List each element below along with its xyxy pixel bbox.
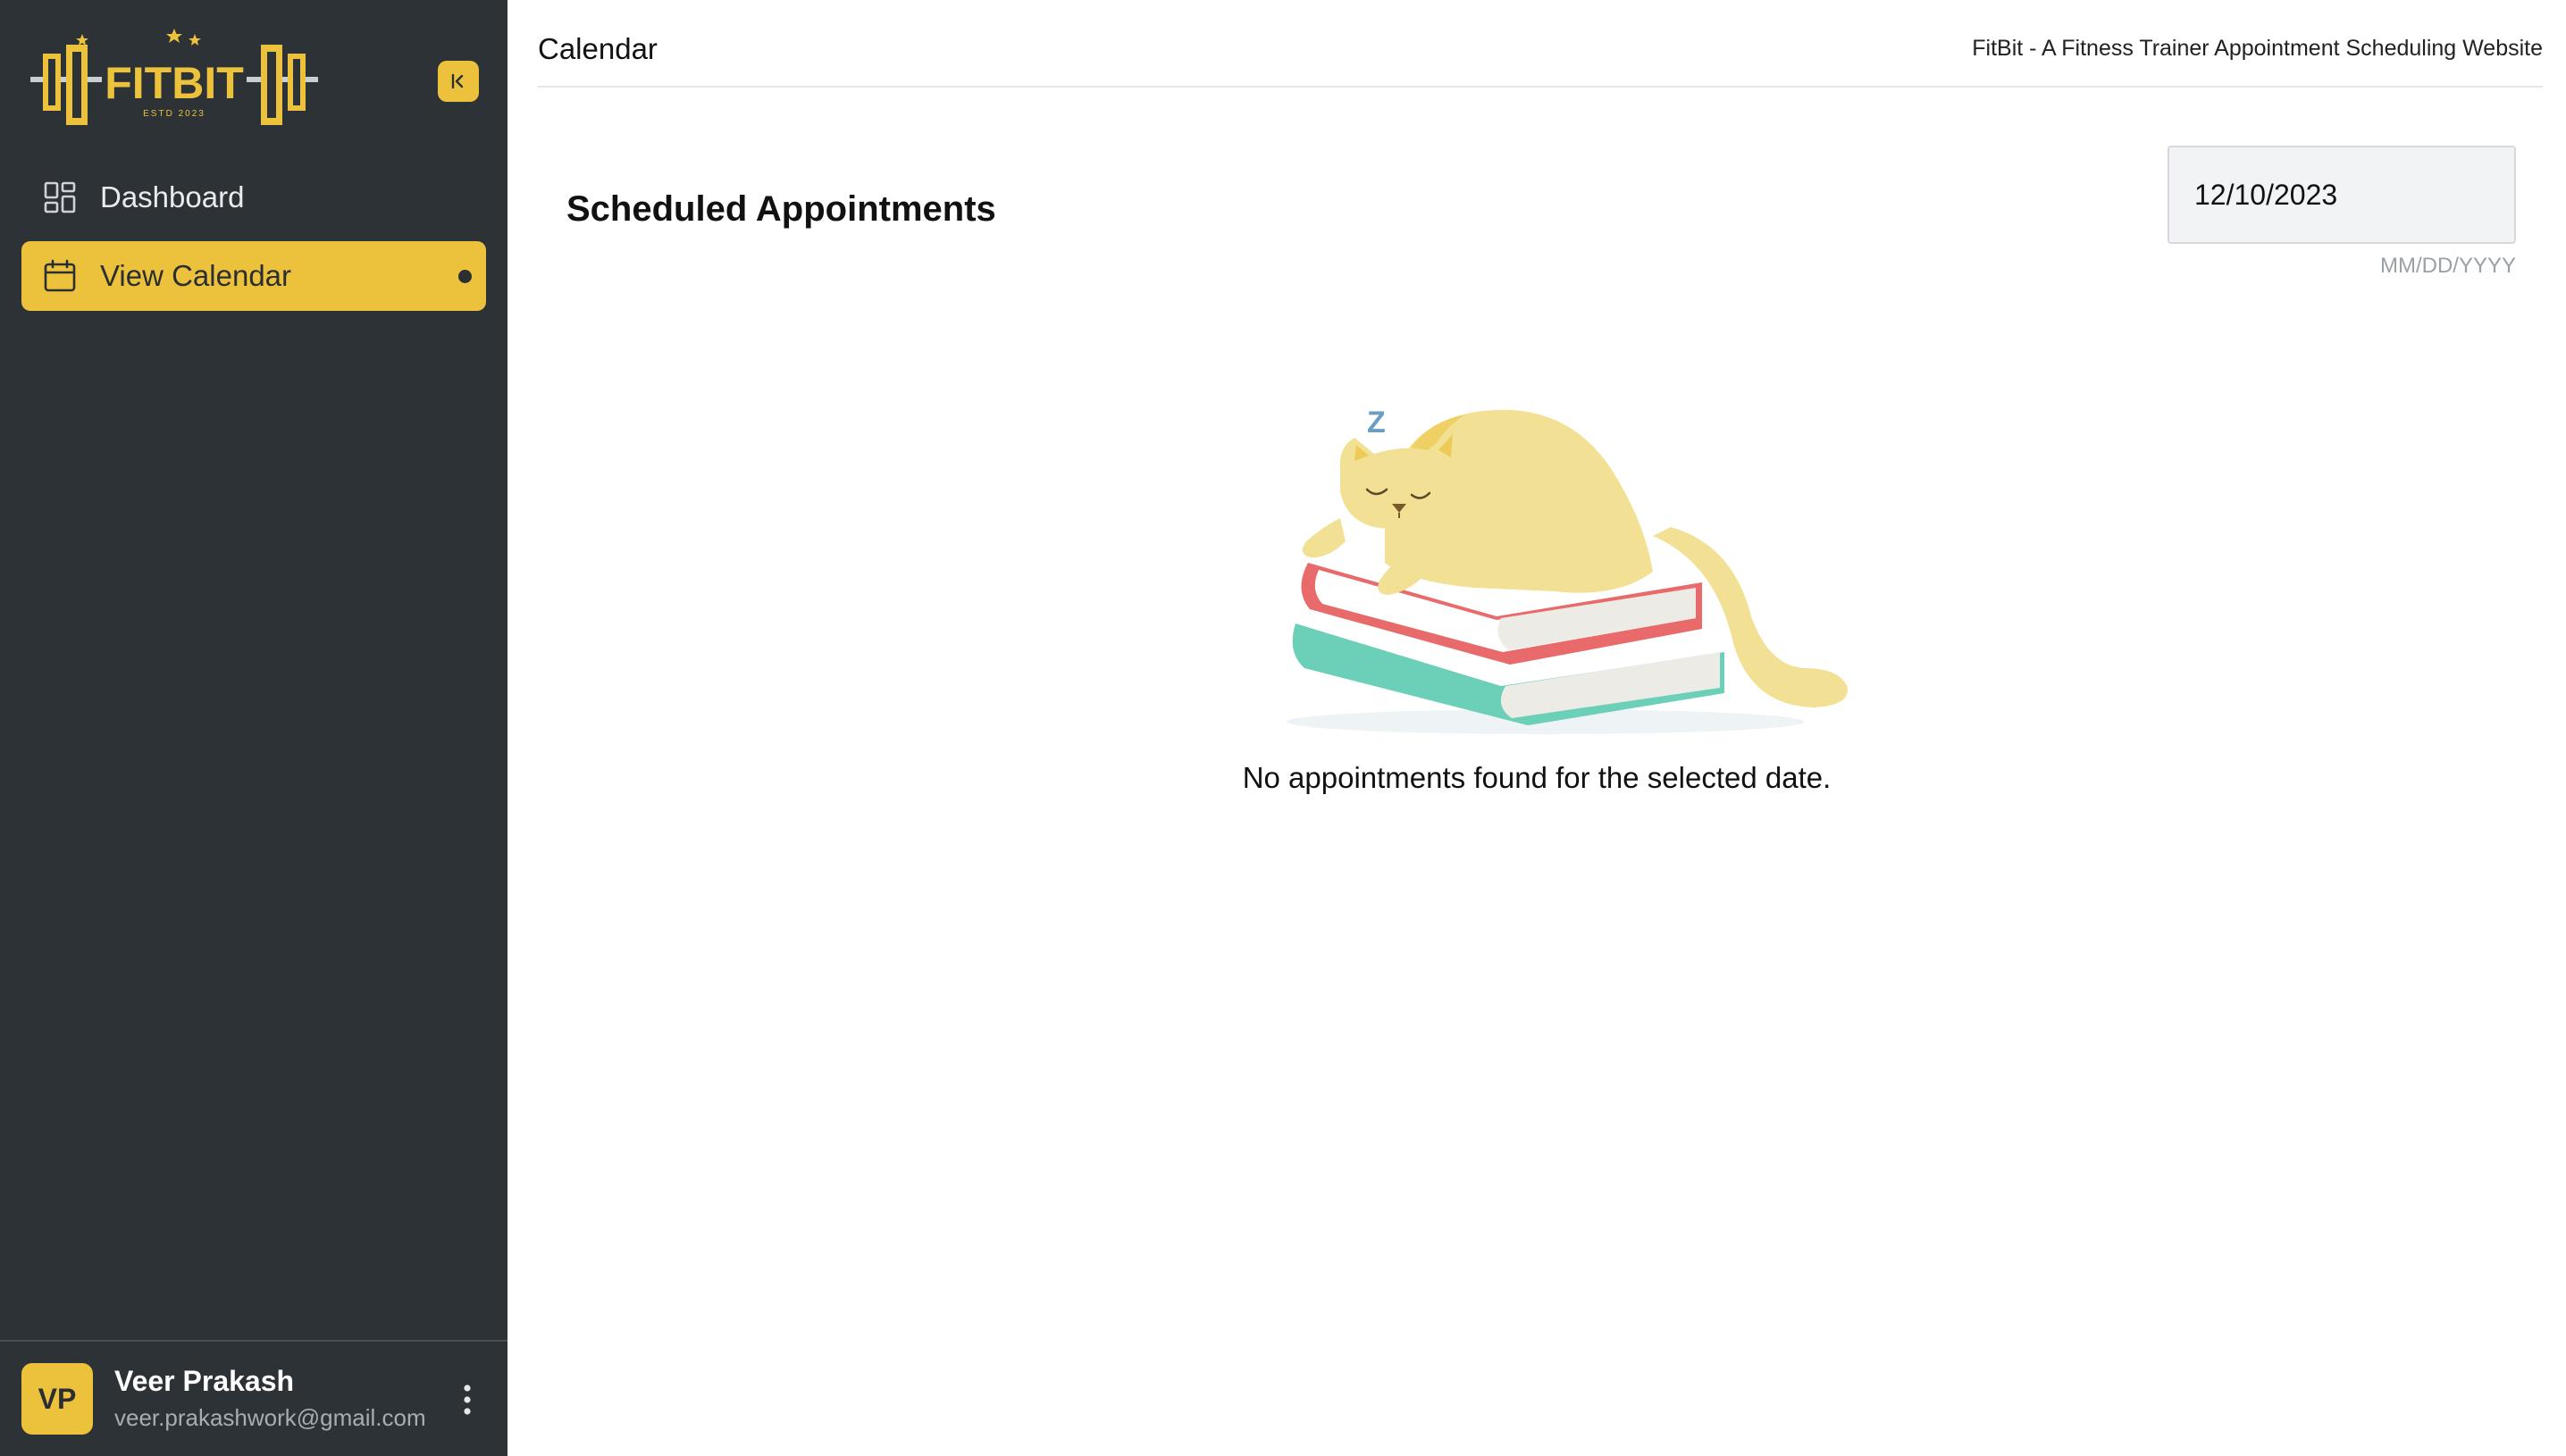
- user-menu-button[interactable]: [454, 1377, 481, 1422]
- sidebar-item-label: Dashboard: [100, 180, 245, 213]
- more-vertical-icon: [464, 1385, 471, 1415]
- date-input[interactable]: [2168, 146, 2516, 244]
- sidebar-item-view-calendar[interactable]: View Calendar: [21, 241, 486, 311]
- collapse-sidebar-button[interactable]: [438, 61, 479, 102]
- date-format-hint: MM/DD/YYYY: [2379, 254, 2516, 278]
- header-divider: [538, 86, 2543, 88]
- user-email: veer.prakashwork@gmail.com: [114, 1404, 426, 1431]
- sleeping-cat-on-books-illustration: Z: [1287, 406, 1849, 734]
- avatar[interactable]: VP: [21, 1363, 93, 1435]
- page-title: Calendar: [538, 32, 658, 65]
- calendar-icon: [44, 259, 76, 292]
- logo-text: FITBIT: [105, 58, 244, 108]
- site-subtitle: FitBit - A Fitness Trainer Appointment S…: [1972, 36, 2543, 61]
- user-name: Veer Prakash: [114, 1365, 295, 1397]
- collapse-left-icon: [451, 73, 464, 89]
- empty-state-message: No appointments found for the selected d…: [1242, 761, 1832, 794]
- dashboard-grid-icon: [44, 181, 76, 213]
- user-profile: VP Veer Prakash veer.prakashwork@gmail.c…: [0, 1340, 507, 1456]
- logo-tagline: ESTD 2023: [143, 109, 205, 119]
- sidebar: FITBIT ESTD 2023 Dashboard View Calendar…: [0, 0, 507, 1456]
- sidebar-item-dashboard[interactable]: Dashboard: [21, 163, 486, 232]
- active-indicator-dot: [458, 270, 472, 283]
- section-title: Scheduled Appointments: [566, 189, 996, 229]
- sidebar-item-label: View Calendar: [100, 259, 292, 292]
- sleep-mark: Z: [1367, 406, 1386, 439]
- fitbit-logo[interactable]: FITBIT ESTD 2023: [27, 25, 322, 136]
